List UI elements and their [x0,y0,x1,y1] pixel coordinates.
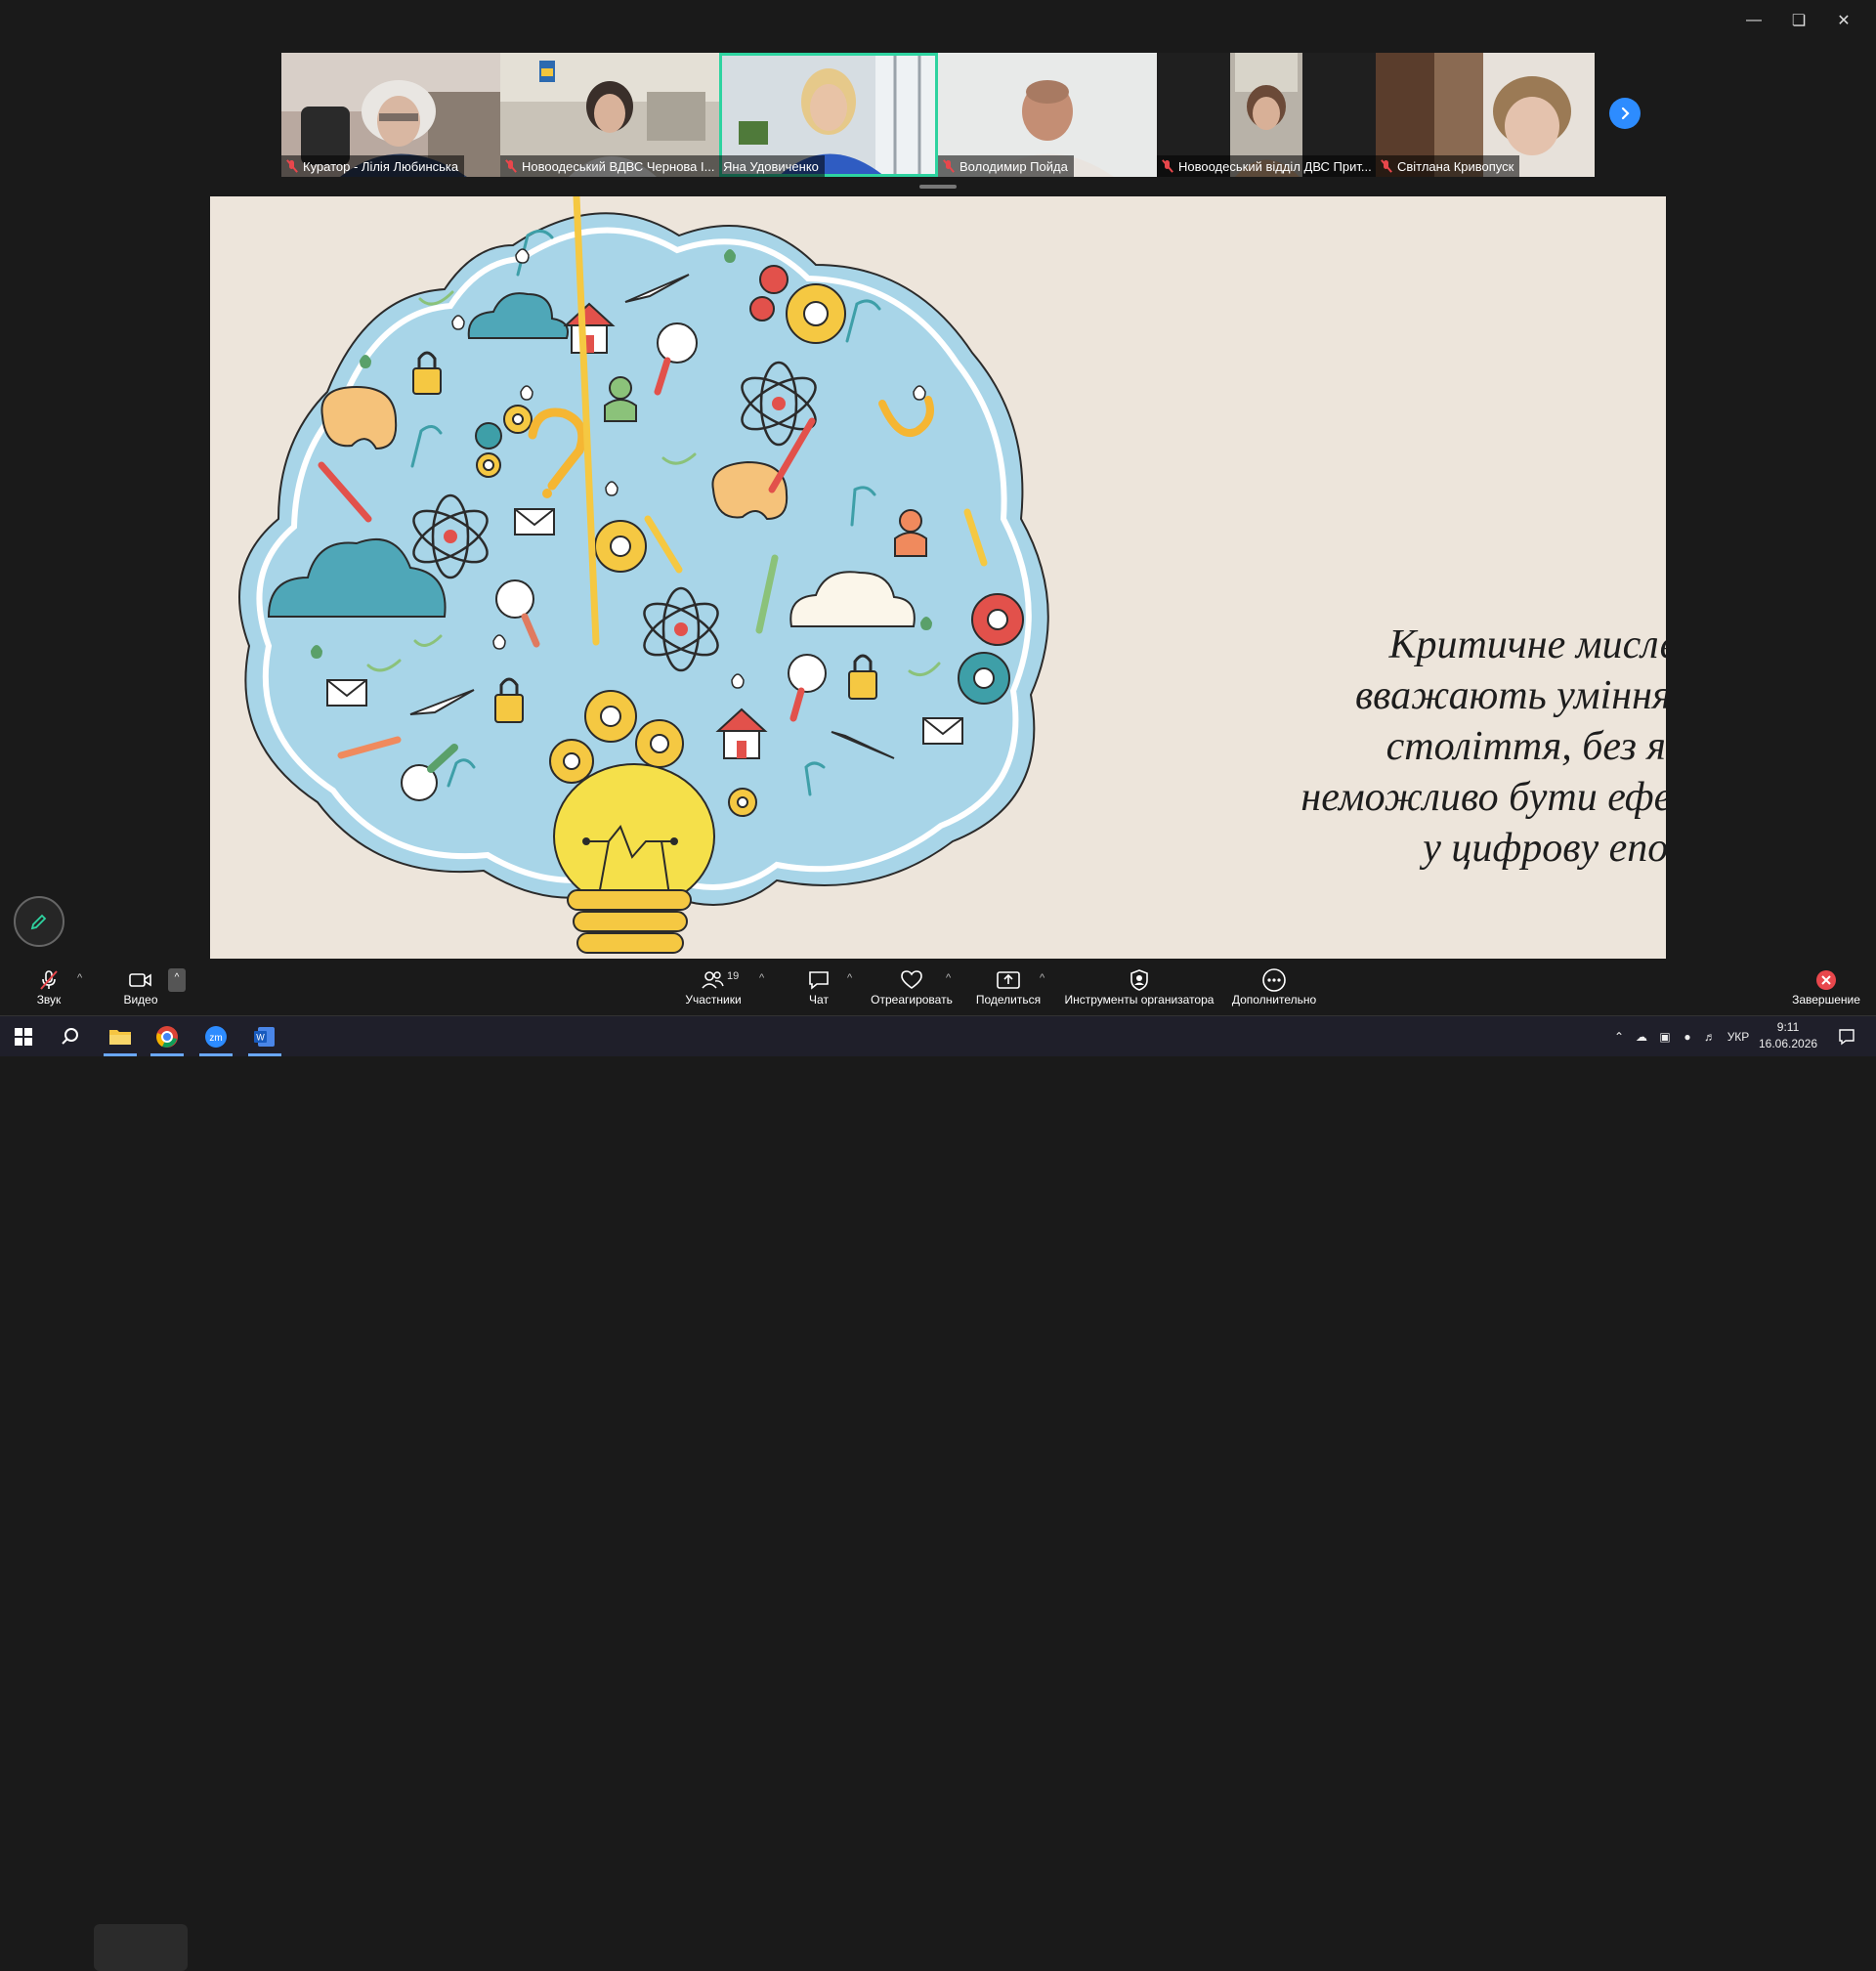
slide-text: Критичне мислення вважають умінням XXI с… [1300,622,1666,871]
share-screen-icon [997,970,1020,989]
shield-icon [1130,968,1148,991]
end-label: Завершение [1792,992,1860,1007]
zoom-app-icon: zm [205,1025,227,1048]
taskbar-zoom[interactable]: zm [199,1016,233,1056]
chat-options-caret[interactable]: ^ [847,972,852,984]
taskbar-search-button[interactable] [55,1016,86,1056]
mic-muted-icon [942,159,956,173]
audio-options-caret[interactable]: ^ [77,972,82,984]
taskbar-chrome[interactable] [150,1016,184,1056]
os-taskbar: zm W ⌃ ☁ ▣ ● ♬ УКР 9:11 16.06.2026 [0,1015,1876,1056]
participant-name: Світлана Кривопуск [1397,158,1514,174]
next-participants-button[interactable] [1609,98,1641,129]
start-button[interactable] [8,1016,39,1056]
host-tools-label: Инструменты организатора [1064,992,1215,1007]
participant-tile[interactable]: Куратор - Лілія Любинська [281,53,500,177]
react-button[interactable]: Отреагировать [867,959,957,1014]
clock-time: 9:11 [1776,1020,1800,1034]
svg-text:zm: zm [209,1033,222,1044]
audio-button[interactable]: Звук [21,959,76,1014]
annotate-button[interactable] [14,896,64,947]
end-meeting-button[interactable]: Завершение [1790,959,1862,1014]
chevron-right-icon [1621,107,1630,120]
pencil-icon [30,914,47,930]
chat-icon [809,970,829,990]
participant-tile[interactable]: Новоодеський ВДВС Чернова І... [500,53,719,177]
folder-icon [109,1029,131,1045]
notifications-button[interactable] [1829,1016,1864,1056]
taskbar-clock[interactable]: 9:11 16.06.2026 [1759,1019,1817,1052]
taskbar-explorer[interactable] [104,1016,137,1056]
clock-date: 16.06.2026 [1759,1037,1818,1050]
mic-muted-icon [1161,159,1174,173]
chrome-icon [156,1025,178,1048]
onedrive-cloud-icon[interactable]: ☁ [1630,1030,1653,1044]
show-hidden-icons-chevron-icon[interactable]: ⌃ [1608,1030,1630,1044]
mic-muted-icon [504,159,518,173]
more-button[interactable]: Дополнительно [1231,959,1317,1014]
react-label: Отреагировать [871,992,953,1007]
more-icon [1262,967,1286,992]
participant-name-bar: Світлана Кривопуск [1376,155,1520,177]
video-button-bg [94,1924,188,1971]
chat-label: Чат [809,992,829,1007]
mic-muted-icon [285,159,299,173]
participant-name: Яна Удовиченко [723,158,819,174]
end-call-icon [1816,969,1836,990]
participant-name-bar: Яна Удовиченко [719,155,825,177]
video-label: Видео [123,992,158,1007]
participant-name-bar: Володимир Пойда [938,155,1074,177]
react-options-caret[interactable]: ^ [946,972,951,984]
input-language[interactable]: УКР [1722,1030,1755,1044]
notification-icon [1839,1028,1855,1045]
share-screen-button[interactable]: Поделиться [973,959,1044,1014]
participant-tile-active-speaker[interactable]: Яна Удовиченко [719,53,938,177]
participant-name: Новоодеський відділ ДВС Прит... [1178,158,1372,174]
chat-button[interactable]: Чат [796,959,841,1014]
meeting-toolbar: Звук ^ Видео ^ Участники 19 ^ Чат ^ Отре… [0,959,1876,1971]
more-label: Дополнительно [1231,992,1317,1007]
search-icon [62,1027,78,1045]
video-options-caret[interactable]: ^ [168,968,186,992]
participants-options-caret[interactable]: ^ [759,972,764,984]
system-tray: ⌃ ☁ ▣ ● ♬ УКР [1608,1016,1755,1056]
share-options-caret[interactable]: ^ [1040,972,1045,984]
participant-tile[interactable]: Володимир Пойда [938,53,1157,177]
participant-tile[interactable]: Світлана Кривопуск [1376,53,1595,177]
shared-screen-slide: Критичне мислення вважають умінням XXI с… [210,196,1666,959]
mic-muted-icon [1380,159,1393,173]
share-label: Поделиться [975,992,1042,1007]
participants-count: 19 [727,970,740,982]
word-app-icon: W [254,1026,275,1047]
windows-logo-icon [15,1027,32,1046]
strip-resize-handle[interactable] [919,185,957,189]
audio-label: Звук [36,992,62,1007]
video-camera-icon [129,972,151,987]
video-button[interactable]: Видео [109,959,172,1014]
participants-icon [702,970,724,989]
network-icon[interactable]: ▣ [1653,1030,1677,1044]
volume-icon[interactable]: ♬ [1698,1030,1722,1044]
participants-button[interactable]: Участники [679,959,747,1014]
svg-text:W: W [256,1032,265,1042]
minimize-button[interactable]: — [1731,6,1776,35]
restore-button[interactable]: ❏ [1776,6,1821,35]
microphone-icon[interactable]: ● [1677,1030,1698,1044]
participant-tile[interactable]: Новоодеський відділ ДВС Прит... [1157,53,1376,177]
participant-name-bar: Куратор - Лілія Любинська [281,155,465,177]
heart-icon [901,969,922,989]
participant-name-bar: Новоодеський відділ ДВС Прит... [1157,155,1376,177]
close-button[interactable]: ✕ [1821,6,1866,35]
participant-name-bar: Новоодеський ВДВС Чернова І... [500,155,719,177]
participants-strip: Куратор - Лілія Любинська Новоодеський В… [281,53,1595,177]
host-tools-button[interactable]: Инструменты организатора [1063,959,1215,1014]
participant-name: Куратор - Лілія Любинська [303,158,459,174]
taskbar-word[interactable]: W [248,1016,281,1056]
mic-muted-icon [40,969,58,990]
participant-name: Новоодеський ВДВС Чернова І... [522,158,715,174]
participant-name: Володимир Пойда [959,158,1068,174]
participants-label: Участники [685,992,742,1007]
window-controls: — ❏ ✕ [1731,6,1866,35]
